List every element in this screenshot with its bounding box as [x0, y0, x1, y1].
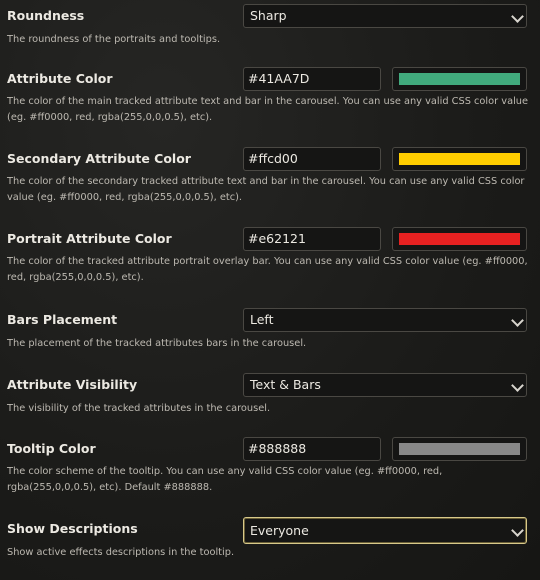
tooltip-color-picker[interactable]	[392, 437, 527, 461]
show-descriptions-select[interactable]: Everyone	[243, 517, 527, 544]
secondary-attribute-color-swatch	[399, 153, 520, 165]
portrait-attribute-color-label: Portrait Attribute Color	[7, 231, 172, 246]
secondary-attribute-color-input[interactable]: #ffcd00	[243, 147, 381, 171]
roundness-select[interactable]: Sharp	[243, 4, 527, 28]
roundness-label: Roundness	[7, 8, 85, 23]
portrait-attribute-color-description: The color of the tracked attribute portr…	[7, 256, 528, 283]
portrait-attribute-color-control: #e62121	[243, 227, 527, 251]
secondary-attribute-color-control: #ffcd00	[243, 147, 527, 171]
chevron-down-icon	[511, 524, 524, 537]
bars-placement-control: Left	[243, 308, 527, 332]
portrait-attribute-color-swatch	[399, 233, 520, 245]
attribute-color-label: Attribute Color	[7, 71, 113, 86]
chevron-down-icon	[511, 379, 524, 392]
attribute-color-swatch	[399, 73, 520, 85]
portrait-attribute-color-picker[interactable]	[392, 227, 527, 251]
chevron-down-icon	[511, 10, 524, 23]
tooltip-color-input[interactable]: #888888	[243, 437, 381, 461]
roundness-control: Sharp	[243, 4, 527, 28]
tooltip-color-label: Tooltip Color	[7, 441, 96, 456]
tooltip-color-description: The color scheme of the tooltip. You can…	[7, 466, 443, 493]
attribute-color-description: The color of the main tracked attribute …	[7, 96, 529, 123]
attribute-color-input[interactable]: #41AA7D	[243, 67, 381, 91]
attribute-visibility-control: Text & Bars	[243, 373, 527, 397]
roundness-select-value: Sharp	[250, 8, 287, 23]
portrait-attribute-color-input[interactable]: #e62121	[243, 227, 381, 251]
secondary-attribute-color-description: The color of the secondary tracked attri…	[7, 176, 525, 203]
show-descriptions-label: Show Descriptions	[7, 521, 138, 536]
attribute-color-control: #41AA7D	[243, 67, 527, 91]
bars-placement-description: The placement of the tracked attributes …	[7, 338, 307, 349]
show-descriptions-select-value: Everyone	[250, 523, 309, 538]
attribute-color-picker[interactable]	[392, 67, 527, 91]
secondary-attribute-color-label: Secondary Attribute Color	[7, 151, 191, 166]
bars-placement-select-value: Left	[250, 312, 274, 327]
attribute-visibility-select[interactable]: Text & Bars	[243, 373, 527, 397]
show-descriptions-description: Show active effects descriptions in the …	[7, 547, 235, 558]
bars-placement-select[interactable]: Left	[243, 308, 527, 332]
attribute-visibility-select-value: Text & Bars	[250, 377, 321, 392]
roundness-description: The roundness of the portraits and toolt…	[7, 34, 221, 45]
secondary-attribute-color-picker[interactable]	[392, 147, 527, 171]
attribute-visibility-label: Attribute Visibility	[7, 377, 138, 392]
tooltip-color-control: #888888	[243, 437, 527, 461]
chevron-down-icon	[511, 314, 524, 327]
show-descriptions-control: Everyone	[243, 517, 527, 544]
attribute-visibility-description: The visibility of the tracked attributes…	[7, 403, 271, 414]
bars-placement-label: Bars Placement	[7, 312, 118, 327]
tooltip-color-swatch	[399, 443, 520, 455]
